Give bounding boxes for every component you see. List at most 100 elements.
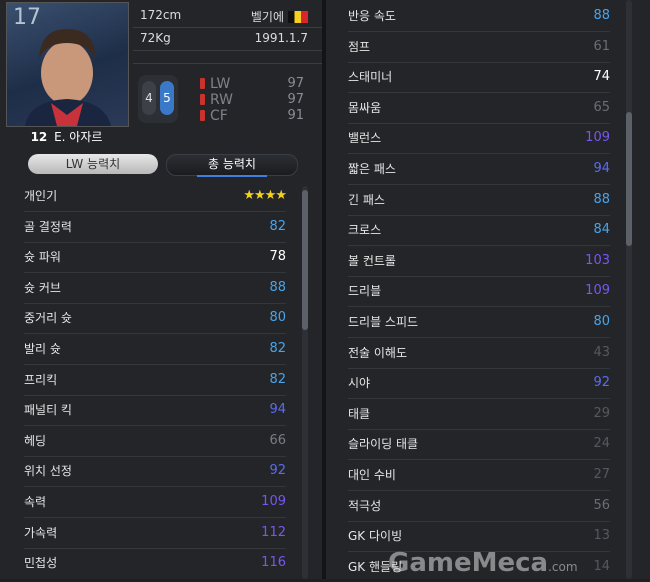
left-foot-value: 4	[142, 81, 156, 115]
stat-label: 패널티 킥	[24, 403, 72, 418]
stat-label: 대인 수비	[348, 468, 396, 482]
stat-row: 전술 이해도 43	[348, 338, 610, 369]
watermark-domain: .com	[548, 560, 578, 574]
stat-value: 61	[593, 38, 610, 54]
stat-row: 패널티 킥 94	[24, 395, 286, 427]
belgium-flag-icon	[288, 11, 308, 23]
foot-rating: 4 5	[138, 75, 178, 123]
stat-label: 민첩성	[24, 556, 58, 571]
stat-row: 발리 슛 82	[24, 334, 286, 365]
stat-value: 92	[593, 375, 610, 391]
watermark-text: GameMeca	[388, 548, 549, 578]
position-marker-icon	[200, 110, 205, 121]
stat-value: 82	[269, 371, 286, 387]
stat-row: 짧은 패스 94	[348, 154, 610, 185]
stat-label: 슛 커브	[24, 280, 61, 295]
player-name: E. 아자르	[54, 130, 103, 144]
right-scrollbar-thumb[interactable]	[626, 112, 632, 246]
stat-row: 민첩성 116	[24, 548, 286, 578]
birthdate-value: 1991.1.7	[254, 31, 308, 45]
stat-value: 29	[593, 405, 610, 421]
stat-row: 볼 컨트롤 103	[348, 246, 610, 277]
stat-value: 116	[261, 555, 286, 571]
position-value: 97	[287, 76, 304, 91]
right-panel: 반응 속도 88 점프 61 스태미너 74 몸싸움 65 밸런스 109 짧은 패스 94 긴 패스 8…	[326, 0, 650, 579]
position-value: 91	[287, 108, 304, 123]
stat-label: GK 다이빙	[348, 529, 403, 544]
stat-value: 24	[593, 436, 610, 452]
stat-value: 14	[593, 558, 610, 574]
stat-label: 태클	[348, 406, 371, 421]
stat-label: 짧은 패스	[348, 162, 396, 176]
stat-value: 13	[593, 528, 610, 544]
tab-lw-stats[interactable]: LW 능력치	[28, 154, 158, 174]
divider	[133, 50, 322, 51]
position-marker-icon	[200, 78, 205, 89]
stat-row: 점프 61	[348, 32, 610, 63]
stat-value: 112	[261, 524, 286, 540]
weight-value: 72Kg	[140, 31, 171, 45]
active-tab-indicator	[197, 175, 267, 177]
tab-total-stats[interactable]: 총 능력치	[166, 154, 298, 177]
stat-label: 밸런스	[348, 131, 382, 146]
stat-row: 슛 커브 88	[24, 273, 286, 304]
stat-label: 적극성	[348, 498, 382, 513]
stat-label: 반응 속도	[348, 9, 396, 23]
stat-row: 프리킥 82	[24, 365, 286, 396]
stat-label: 스태미너	[348, 70, 393, 85]
position-label: CF	[210, 108, 228, 124]
stat-row: 반응 속도 88	[348, 1, 610, 32]
name-badge: 12	[30, 130, 48, 144]
position-value: 97	[287, 92, 304, 107]
stat-label: 드리블	[348, 284, 382, 299]
stat-label: 몸싸움	[348, 100, 382, 115]
stat-label: 점프	[348, 39, 371, 54]
position-label: LW	[210, 76, 231, 92]
stat-label: 헤딩	[24, 433, 47, 448]
stat-row: 슬라이딩 태클 24	[348, 429, 610, 461]
stat-label: 긴 패스	[348, 192, 385, 207]
stat-value: 88	[269, 279, 286, 295]
stat-row: 스태미너 74	[348, 62, 610, 94]
stat-value: 66	[269, 432, 286, 448]
stat-row: 헤딩 66	[24, 426, 286, 457]
stat-value: 94	[269, 402, 286, 418]
stat-value: 94	[593, 161, 610, 176]
player-portrait: 17	[6, 2, 129, 127]
position-row-lw: LW 97	[200, 76, 310, 92]
stat-row: 슛 파워 78	[24, 242, 286, 274]
position-marker-icon	[200, 94, 205, 105]
stat-label: 드리블 스피드	[348, 315, 419, 329]
stat-label: 가속력	[24, 525, 58, 540]
nationality: 벨기에	[251, 8, 308, 25]
stat-value: 88	[593, 191, 610, 207]
stat-value: 84	[593, 222, 610, 238]
nationality-label: 벨기에	[250, 10, 284, 24]
stat-label: 발리 슛	[24, 342, 61, 356]
stat-value: 80	[593, 314, 610, 329]
stat-value: ★★★★	[243, 188, 287, 203]
left-scrollbar[interactable]	[302, 186, 308, 579]
stat-label: 프리킥	[24, 372, 58, 387]
stat-row: 대인 수비 27	[348, 460, 610, 491]
stat-value: 88	[593, 8, 610, 23]
stat-row: 개인기 ★★★★	[24, 181, 287, 212]
left-panel: 17 12 E. 아자르 172cm 벨기에 72Kg 1991.1.7 4 5…	[0, 0, 322, 579]
divider	[133, 63, 322, 64]
stat-row: 크로스 84	[348, 215, 610, 247]
stat-label: 크로스	[348, 223, 382, 238]
stat-value: 82	[269, 341, 286, 356]
stat-row: 긴 패스 88	[348, 185, 610, 216]
left-scrollbar-thumb[interactable]	[302, 190, 308, 330]
stat-value: 82	[269, 218, 286, 234]
stat-value: 74	[593, 69, 610, 85]
stat-value: 27	[593, 467, 610, 482]
stat-value: 109	[585, 130, 610, 146]
stat-label: 중거리 슛	[24, 311, 72, 326]
stat-value: 109	[261, 494, 286, 509]
divider	[133, 27, 322, 28]
right-scrollbar[interactable]	[626, 0, 632, 579]
stat-value: 65	[593, 99, 610, 115]
stat-label: 개인기	[24, 189, 58, 203]
stat-row: 밸런스 109	[348, 123, 610, 155]
